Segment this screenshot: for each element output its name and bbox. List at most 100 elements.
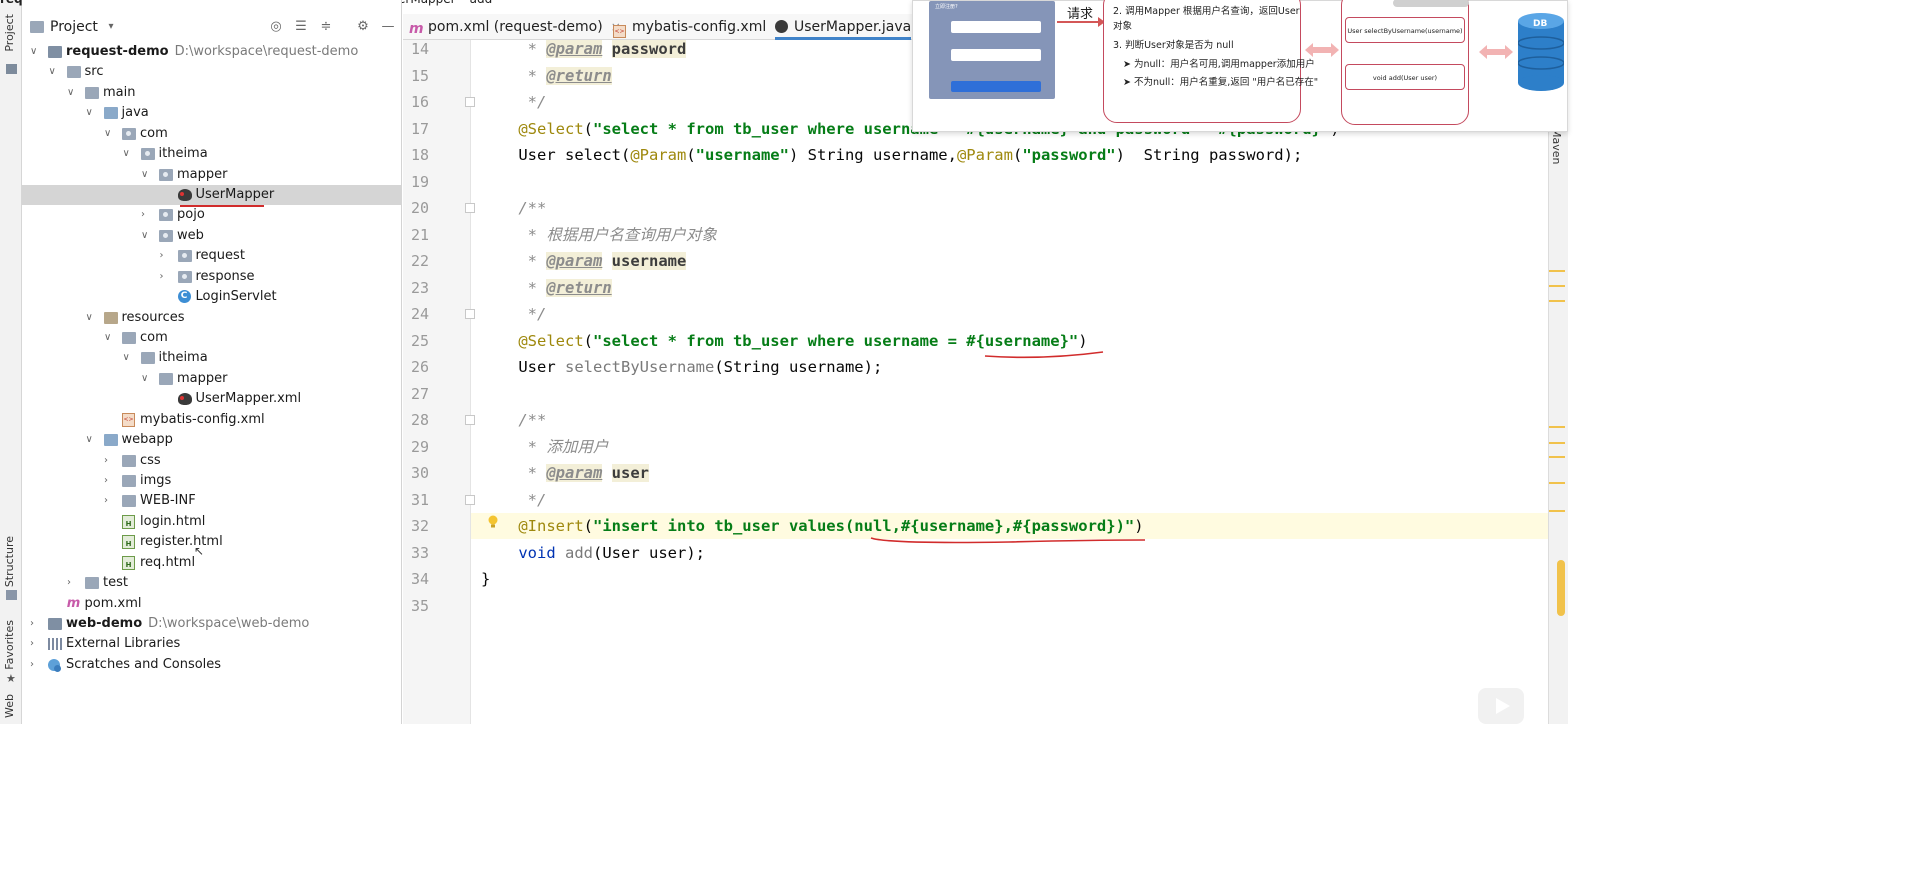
tree-item[interactable]: ∨ com (22, 124, 402, 144)
tree-item[interactable]: ∨ itheima (22, 144, 402, 164)
tab-project-side[interactable]: Project (3, 14, 16, 52)
chevron-right-icon[interactable]: › (67, 573, 77, 593)
tree-item[interactable]: UserMapper.xml (22, 389, 402, 409)
code-line[interactable]: * 添加用户 (481, 434, 609, 460)
chevron-down-icon[interactable]: ∨ (30, 42, 40, 62)
tree-item[interactable]: › External Libraries (22, 634, 402, 654)
code-line[interactable]: * 根据用户名查询用户对象 (481, 222, 717, 248)
tree-item[interactable]: ∨ com (22, 328, 402, 348)
fold-marker-icon[interactable] (465, 97, 475, 107)
code-line[interactable]: /** (481, 195, 546, 221)
code-line[interactable]: } (481, 566, 490, 592)
chevron-down-icon[interactable]: ∨ (49, 62, 59, 82)
code-line[interactable]: * @return (481, 63, 612, 89)
code-line[interactable]: */ (481, 487, 547, 513)
tree-item[interactable]: Hregister.html (22, 532, 402, 552)
tree-item[interactable]: ∨ itheima (22, 348, 402, 368)
tree-item[interactable]: › css (22, 451, 402, 471)
chevron-right-icon[interactable]: › (30, 614, 40, 634)
tree-item[interactable]: ∨ resources (22, 308, 402, 328)
chevron-down-icon[interactable]: ▾ (104, 20, 118, 34)
tree-item[interactable]: ∨ request-demo D:\workspace\request-demo (22, 42, 402, 62)
chevron-down-icon[interactable]: ∨ (86, 308, 96, 328)
locate-icon[interactable]: ◎ (269, 20, 283, 34)
breadcrumb-item[interactable]: add (470, 0, 493, 6)
chevron-right-icon[interactable]: › (104, 451, 114, 471)
tree-item[interactable]: ∨ webapp (22, 430, 402, 450)
chevron-down-icon[interactable]: ∨ (141, 165, 151, 185)
code-line[interactable]: * @param password (481, 36, 687, 62)
hide-panel-icon[interactable]: — (381, 20, 395, 34)
tree-item[interactable]: C LoginServlet (22, 287, 402, 307)
tab-usermapper-java[interactable]: UserMapper.java (775, 14, 912, 40)
code-line[interactable]: User select(@Param("username") String us… (481, 142, 1302, 168)
chevron-down-icon[interactable]: ∨ (123, 348, 133, 368)
tree-item[interactable]: › pojo (22, 205, 402, 225)
warning-marker[interactable] (1549, 426, 1565, 428)
warning-marker[interactable] (1549, 482, 1565, 484)
expand-all-icon[interactable]: ☰ (294, 20, 308, 34)
tree-item[interactable]: ∨ mapper (22, 369, 402, 389)
warning-marker[interactable] (1549, 270, 1565, 272)
play-button[interactable] (1478, 688, 1524, 724)
fold-marker-icon[interactable] (465, 309, 475, 319)
code-line[interactable]: User selectByUsername(String username); (481, 354, 882, 380)
chevron-right-icon[interactable]: › (104, 471, 114, 491)
tree-item[interactable]: ∨ web (22, 226, 402, 246)
tree-item[interactable]: › imgs (22, 471, 402, 491)
warning-marker[interactable] (1549, 456, 1565, 458)
chevron-down-icon[interactable]: ∨ (104, 328, 114, 348)
code-line[interactable]: */ (481, 301, 547, 327)
tree-item[interactable]: › Scratches and Consoles (22, 655, 402, 675)
warning-marker[interactable] (1549, 442, 1565, 444)
warning-marker[interactable] (1549, 510, 1565, 512)
tree-item[interactable]: ∨ main (22, 83, 402, 103)
chevron-down-icon[interactable]: ∨ (86, 103, 96, 123)
tab-favorites-side[interactable]: Favorites (3, 620, 16, 670)
chevron-down-icon[interactable]: ∨ (86, 430, 96, 450)
gear-icon[interactable]: ⚙ (356, 20, 370, 34)
fold-marker-icon[interactable] (465, 415, 475, 425)
chevron-down-icon[interactable]: ∨ (123, 144, 133, 164)
tree-item[interactable]: <> mybatis-config.xml (22, 410, 402, 430)
code-line[interactable]: * @param username (481, 248, 687, 274)
code-line[interactable]: /** (481, 407, 546, 433)
lightbulb-icon[interactable] (487, 515, 499, 529)
tab-structure-side[interactable]: Structure (3, 536, 16, 587)
fold-marker-icon[interactable] (465, 494, 475, 505)
chevron-right-icon[interactable]: › (30, 655, 40, 675)
chevron-down-icon[interactable]: ∨ (67, 83, 77, 103)
tree-item[interactable]: › WEB-INF (22, 491, 402, 511)
code-line[interactable]: */ (481, 89, 547, 115)
chevron-right-icon[interactable]: › (141, 205, 151, 225)
tree-item[interactable]: Hreq.html (22, 553, 402, 573)
tree-item[interactable]: Hlogin.html (22, 512, 402, 532)
tree-item[interactable]: UserMapper (22, 185, 402, 205)
tree-item[interactable]: ∨ src (22, 62, 402, 82)
tree-item[interactable]: ∨ mapper (22, 165, 402, 185)
tree-item[interactable]: › test (22, 573, 402, 593)
chevron-down-icon[interactable]: ∨ (141, 369, 151, 389)
warning-marker[interactable] (1549, 300, 1565, 302)
chevron-right-icon[interactable]: › (30, 634, 40, 654)
fold-marker-icon[interactable] (465, 203, 475, 213)
collapse-all-icon[interactable]: ≑ (319, 20, 333, 34)
chevron-right-icon[interactable]: › (160, 267, 170, 287)
tree-item[interactable]: › web-demo D:\workspace\web-demo (22, 614, 402, 634)
warning-marker[interactable] (1549, 285, 1565, 287)
scrollbar-thumb[interactable] (1557, 560, 1565, 616)
chevron-right-icon[interactable]: › (160, 246, 170, 266)
chevron-down-icon[interactable]: ∨ (104, 124, 114, 144)
code-line[interactable]: void add(User user); (481, 540, 705, 566)
code-editor[interactable]: 14 15 16 17 18 19 20 21 22 23 24 25 26 27 28 29 30 31 32 33… (403, 40, 1548, 724)
tree-item[interactable]: › request (22, 246, 402, 266)
project-panel-title[interactable]: Project (50, 19, 98, 35)
code-line[interactable]: * @param user (481, 460, 649, 486)
tree-item[interactable]: › response (22, 267, 402, 287)
chevron-right-icon[interactable]: › (104, 491, 114, 511)
tab-web-side[interactable]: Web (3, 694, 16, 718)
tab-maven-side[interactable]: Maven (1550, 128, 1563, 164)
tree-item[interactable]: ∨ java (22, 103, 402, 123)
chevron-down-icon[interactable]: ∨ (141, 226, 151, 246)
tree-item[interactable]: m pom.xml (22, 594, 402, 614)
